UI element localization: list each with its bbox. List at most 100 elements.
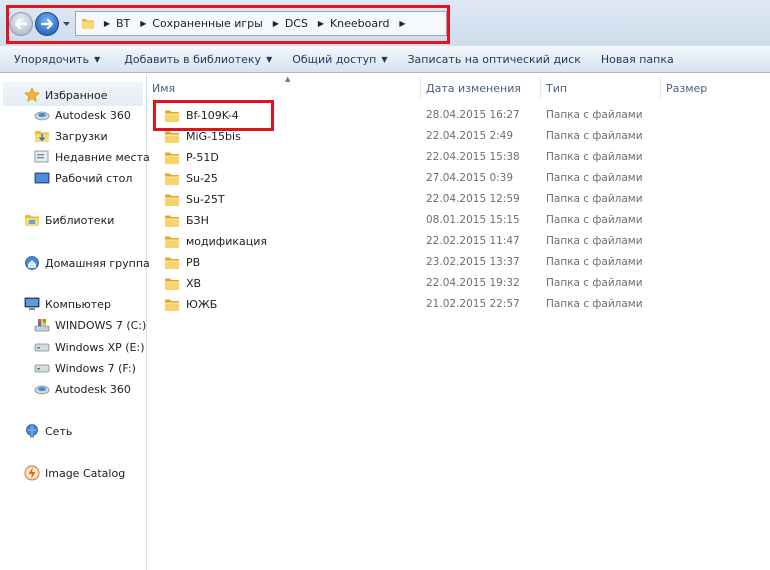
sort-ascending-icon: ▲ — [285, 75, 291, 83]
file-row[interactable]: ХВ 22.04.2015 19:32 Папка с файлами — [148, 274, 770, 295]
folder-icon — [164, 213, 180, 229]
column-divider[interactable] — [540, 78, 541, 99]
file-date: 08.01.2015 15:15 — [426, 214, 520, 226]
nav-label: Windows 7 (F:) — [55, 361, 136, 375]
nav-item-computer[interactable]: Компьютер — [24, 294, 111, 314]
nav-item-image-catalog[interactable]: Image Catalog — [24, 463, 125, 483]
nav-label: Autodesk 360 — [55, 382, 131, 396]
file-name: ХВ — [186, 277, 202, 290]
organize-button[interactable]: Упорядочить ▼ — [14, 53, 100, 66]
cloud-drive-icon — [34, 381, 50, 397]
file-row[interactable]: ЮЖБ 21.02.2015 22:57 Папка с файлами — [148, 295, 770, 316]
folder-icon — [164, 297, 180, 313]
folder-icon — [164, 192, 180, 208]
file-type: Папка с файлами — [546, 151, 643, 163]
lightning-bolt-icon — [24, 465, 40, 481]
file-type: Папка с файлами — [546, 109, 643, 121]
nav-item-network[interactable]: Сеть — [24, 421, 72, 441]
star-icon — [24, 87, 40, 103]
nav-item-downloads[interactable]: Загрузки — [34, 126, 108, 146]
nav-item-favorites[interactable]: Избранное — [24, 85, 107, 105]
file-name: Su-25T — [186, 193, 225, 206]
column-header-name[interactable]: Имя — [148, 74, 420, 102]
nav-item-libraries[interactable]: Библиотеки — [24, 210, 114, 230]
column-header-size[interactable]: Размер — [662, 74, 762, 102]
file-name: P-51D — [186, 151, 219, 164]
file-date: 22.04.2015 12:59 — [426, 193, 520, 205]
chevron-down-icon: ▼ — [94, 54, 101, 64]
new-folder-button[interactable]: Новая папка — [601, 53, 674, 66]
column-divider[interactable] — [420, 78, 421, 99]
column-divider[interactable] — [660, 78, 661, 99]
nav-label: Библиотеки — [45, 213, 115, 227]
burn-label: Записать на оптический диск — [407, 52, 581, 66]
file-type: Папка с файлами — [546, 235, 643, 247]
nav-label: Сеть — [45, 424, 73, 438]
file-list: Имя ▲ Дата изменения Тип Размер Bf-109K-… — [148, 74, 770, 570]
homegroup-icon — [24, 255, 40, 271]
hard-drive-icon — [34, 339, 50, 355]
folder-icon — [164, 129, 180, 145]
file-date: 22.02.2015 11:47 — [426, 235, 520, 247]
nav-item-drive-e[interactable]: Windows XP (E:) — [34, 337, 145, 357]
nav-item-drive-c[interactable]: WINDOWS 7 (C:) — [34, 315, 146, 335]
file-name: РВ — [186, 256, 201, 269]
recent-places-icon — [34, 149, 50, 165]
command-bar: Упорядочить ▼ Добавить в библиотеку ▼ Общи… — [0, 46, 770, 73]
libraries-icon — [24, 212, 40, 228]
file-row[interactable]: модификация 22.02.2015 11:47 Папка с файла… — [148, 232, 770, 253]
desktop-icon — [34, 170, 50, 186]
file-date: 22.04.2015 2:49 — [426, 130, 514, 142]
nav-label: WINDOWS 7 (C:) — [55, 318, 147, 332]
file-name: MiG-15bis — [186, 130, 241, 143]
file-row[interactable]: Su-25 27.04.2015 0:39 Папка с файлами — [148, 169, 770, 190]
file-name: ЮЖБ — [186, 298, 218, 311]
cloud-drive-icon — [34, 107, 50, 123]
folder-icon — [164, 150, 180, 166]
chevron-down-icon: ▼ — [266, 54, 273, 64]
file-row[interactable]: БЗН 08.01.2015 15:15 Папка с файлами — [148, 211, 770, 232]
nav-item-desktop[interactable]: Рабочий стол — [34, 168, 132, 188]
downloads-folder-icon — [34, 128, 50, 144]
file-row[interactable]: P-51D 22.04.2015 15:38 Папка с файлами — [148, 148, 770, 169]
file-date: 27.04.2015 0:39 — [426, 172, 514, 184]
column-header-type[interactable]: Тип — [542, 74, 660, 102]
file-row[interactable]: Su-25T 22.04.2015 12:59 Папка с файлами — [148, 190, 770, 211]
nav-label: Рабочий стол — [55, 171, 133, 185]
nav-item-autodesk360-drive[interactable]: Autodesk 360 — [34, 379, 131, 399]
file-date: 22.04.2015 19:32 — [426, 277, 520, 289]
hard-drive-icon — [34, 360, 50, 376]
highlight-box-item — [153, 100, 274, 131]
nav-label: Избранное — [45, 88, 108, 102]
add-to-library-label: Добавить в библиотеку — [124, 52, 262, 66]
add-to-library-button[interactable]: Добавить в библиотеку ▼ — [124, 53, 272, 66]
column-header-label: Размер — [666, 81, 708, 95]
file-name: Su-25 — [186, 172, 218, 185]
file-row[interactable]: РВ 23.02.2015 13:37 Папка с файлами — [148, 253, 770, 274]
network-icon — [24, 423, 40, 439]
file-date: 21.02.2015 22:57 — [426, 298, 520, 310]
nav-label: Загрузки — [55, 129, 108, 143]
share-label: Общий доступ — [292, 52, 377, 66]
windows-drive-icon — [34, 317, 50, 333]
file-type: Папка с файлами — [546, 193, 643, 205]
folder-icon — [164, 171, 180, 187]
file-name: модификация — [186, 235, 267, 248]
nav-item-drive-f[interactable]: Windows 7 (F:) — [34, 358, 136, 378]
file-type: Папка с файлами — [546, 130, 643, 142]
folder-icon — [164, 255, 180, 271]
nav-item-autodesk360[interactable]: Autodesk 360 — [34, 105, 131, 125]
file-type: Папка с файлами — [546, 256, 643, 268]
column-header-label: Дата изменения — [426, 81, 521, 95]
folder-icon — [164, 276, 180, 292]
file-date: 28.04.2015 16:27 — [426, 109, 520, 121]
nav-label: Image Catalog — [45, 466, 126, 480]
nav-item-recent-places[interactable]: Недавние места — [34, 147, 150, 167]
nav-item-homegroup[interactable]: Домашняя группа — [24, 253, 150, 273]
file-date: 23.02.2015 13:37 — [426, 256, 520, 268]
navigation-pane: Избранное Autodesk 360 Загрузки Недавние… — [0, 74, 150, 570]
nav-label: Windows XP (E:) — [55, 340, 145, 354]
share-button[interactable]: Общий доступ ▼ — [292, 53, 387, 66]
column-header-date[interactable]: Дата изменения — [422, 74, 540, 102]
burn-button[interactable]: Записать на оптический диск — [407, 53, 580, 66]
